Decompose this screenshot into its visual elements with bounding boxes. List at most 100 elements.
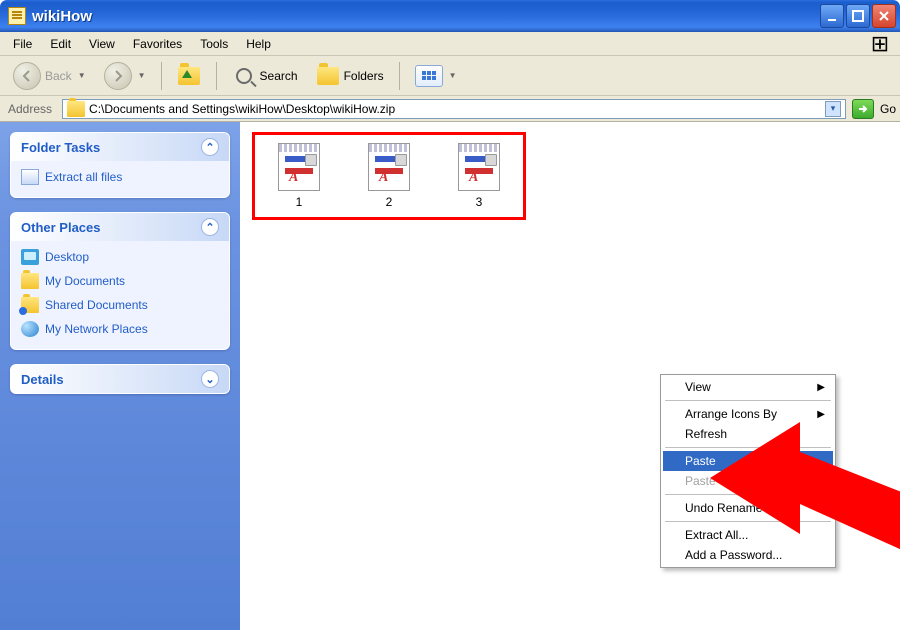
toolbar-separator [399,62,400,90]
window-icon [8,7,26,25]
go-button[interactable] [852,99,874,119]
file-item[interactable]: A 2 [359,143,419,209]
collapse-icon: ⌃ [201,138,219,156]
document-icon: A [368,143,410,191]
forward-icon [104,62,132,90]
back-icon [13,62,41,90]
go-label: Go [880,102,896,116]
ctx-paste-label: Paste [685,454,716,468]
content-area[interactable]: A 1 A 2 A 3 View Arrange Icons By Refres… [240,122,900,630]
address-folder-icon [67,101,85,117]
file-item[interactable]: A 3 [449,143,509,209]
views-dropdown-icon[interactable]: ▼ [449,71,457,80]
link-shared-documents-label: Shared Documents [45,298,148,312]
address-field[interactable]: C:\Documents and Settings\wikiHow\Deskto… [62,99,846,119]
folders-label: Folders [344,69,384,83]
views-icon [415,65,443,87]
title-bar: wikiHow [0,0,900,32]
link-extract-all-files[interactable]: Extract all files [21,169,219,185]
shared-documents-icon [21,297,39,313]
context-menu: View Arrange Icons By Refresh Paste Past… [660,374,836,568]
toolbar-separator [161,62,162,90]
close-button[interactable] [872,4,896,28]
panel-folder-tasks-header[interactable]: Folder Tasks ⌃ [11,133,229,161]
panel-folder-tasks-title: Folder Tasks [21,140,100,155]
ctx-password-label: Add a Password... [685,548,782,562]
up-button[interactable] [170,60,208,92]
expand-icon: ⌄ [201,370,219,388]
ctx-extract-label: Extract All... [685,528,748,542]
search-icon [232,64,256,88]
window-title: wikiHow [32,8,92,25]
panel-other-places: Other Places ⌃ Desktop My Documents Shar… [10,212,230,350]
file-selection-highlight: A 1 A 2 A 3 [252,132,526,220]
maximize-button[interactable] [846,4,870,28]
panel-other-places-title: Other Places [21,220,101,235]
ctx-undo-rename[interactable]: Undo Rename [663,498,833,518]
menu-bar: File Edit View Favorites Tools Help ⊞ [0,32,900,56]
folders-button[interactable]: Folders [309,60,391,92]
ctx-paste[interactable]: Paste [663,451,833,471]
minimize-button[interactable] [820,4,844,28]
go-arrow-icon [857,103,869,115]
back-label: Back [45,69,72,83]
link-my-documents-label: My Documents [45,274,125,288]
link-my-network-places[interactable]: My Network Places [21,321,219,337]
toolbar: Back ▼ ▼ Search Folders ▼ [0,56,900,96]
up-folder-icon [177,64,201,88]
ctx-view-label: View [685,380,711,394]
sidebar: Folder Tasks ⌃ Extract all files Other P… [0,122,240,630]
panel-details-title: Details [21,372,64,387]
document-icon: A [278,143,320,191]
network-places-icon [21,321,39,337]
lock-icon [305,154,317,166]
windows-logo-icon: ⊞ [862,30,898,58]
ctx-arrange-icons-by[interactable]: Arrange Icons By [663,404,833,424]
menu-file[interactable]: File [4,34,41,54]
ctx-extract-all[interactable]: Extract All... [663,525,833,545]
lock-icon [395,154,407,166]
ctx-view[interactable]: View [663,377,833,397]
ctx-paste-shortcut-label: Paste Shortcut [685,474,764,488]
menu-favorites[interactable]: Favorites [124,34,191,54]
extract-icon [21,169,39,185]
forward-dropdown-icon[interactable]: ▼ [138,71,146,80]
file-item[interactable]: A 1 [269,143,329,209]
address-bar: Address C:\Documents and Settings\wikiHo… [0,96,900,122]
panel-other-places-header[interactable]: Other Places ⌃ [11,213,229,241]
menu-help[interactable]: Help [237,34,280,54]
panel-details: Details ⌄ [10,364,230,394]
menu-tools[interactable]: Tools [191,34,237,54]
address-path: C:\Documents and Settings\wikiHow\Deskto… [89,102,395,116]
folders-icon [316,64,340,88]
ctx-refresh[interactable]: Refresh [663,424,833,444]
forward-button[interactable]: ▼ [97,58,153,94]
file-label: 3 [476,195,483,209]
explorer-body: Folder Tasks ⌃ Extract all files Other P… [0,122,900,630]
toolbar-separator [216,62,217,90]
ctx-undo-label: Undo Rename [685,501,762,515]
ctx-separator [665,400,831,401]
my-documents-icon [21,273,39,289]
ctx-separator [665,447,831,448]
views-button[interactable]: ▼ [408,61,464,91]
back-button[interactable]: Back ▼ [6,58,93,94]
lock-icon [485,154,497,166]
menu-edit[interactable]: Edit [41,34,80,54]
back-dropdown-icon[interactable]: ▼ [78,71,86,80]
link-shared-documents[interactable]: Shared Documents [21,297,219,313]
search-label: Search [260,69,298,83]
panel-details-header[interactable]: Details ⌄ [11,365,229,393]
ctx-add-password[interactable]: Add a Password... [663,545,833,565]
window-buttons [820,4,900,28]
address-dropdown-button[interactable]: ▾ [825,101,841,117]
search-button[interactable]: Search [225,60,305,92]
link-my-documents[interactable]: My Documents [21,273,219,289]
link-desktop[interactable]: Desktop [21,249,219,265]
link-extract-label: Extract all files [45,170,122,184]
panel-folder-tasks: Folder Tasks ⌃ Extract all files [10,132,230,198]
link-desktop-label: Desktop [45,250,89,264]
ctx-arrange-label: Arrange Icons By [685,407,777,421]
link-my-network-places-label: My Network Places [45,322,148,336]
menu-view[interactable]: View [80,34,124,54]
